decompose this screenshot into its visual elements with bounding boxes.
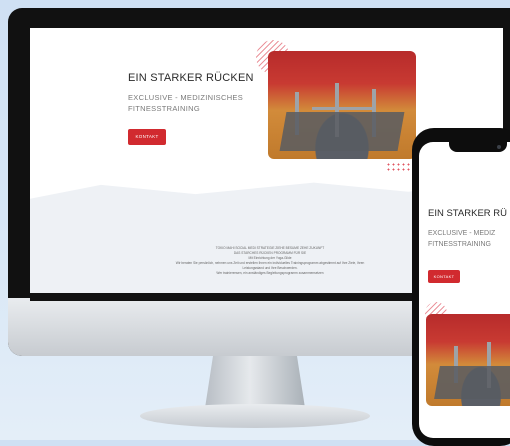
monitor-stand-base [140,404,370,428]
contact-button[interactable]: KONTAKT [128,129,166,145]
phone-subtitle-line: FITNESSTRAINING [428,241,492,248]
hero-title: EIN STARKER RÜCKEN [128,72,254,84]
hero-subtitle: EXCLUSIVE - MEDIZINISCHES FITNESSTRAININ… [128,93,244,113]
phone-notch [449,142,507,152]
phone-subtitle-line: EXCLUSIVE - MEDIZ [428,230,496,237]
phone-gym-photo [426,314,510,406]
phone-hero-title: EIN STARKER RÜ [428,208,508,219]
monitor-stand-neck [205,356,305,408]
phone-device: EIN STARKER RÜ EXCLUSIVE - MEDIZ FITNESS… [412,128,510,446]
footer-line: Wer trainierensen, ein anständiges Begle… [216,271,324,275]
phone-hero-subtitle: EXCLUSIVE - MEDIZ FITNESSTRAINING [428,228,510,250]
phone-contact-button[interactable]: KONTAKT [428,270,460,283]
decorative-dots [386,162,412,172]
camera-icon [497,145,501,149]
gym-photo [268,51,416,159]
phone-screen: EIN STARKER RÜ EXCLUSIVE - MEDIZ FITNESS… [419,142,510,438]
footer-text: TOKIO MAHI SOCIAL MEDI STRATEGIE ZIEHE B… [110,246,430,276]
